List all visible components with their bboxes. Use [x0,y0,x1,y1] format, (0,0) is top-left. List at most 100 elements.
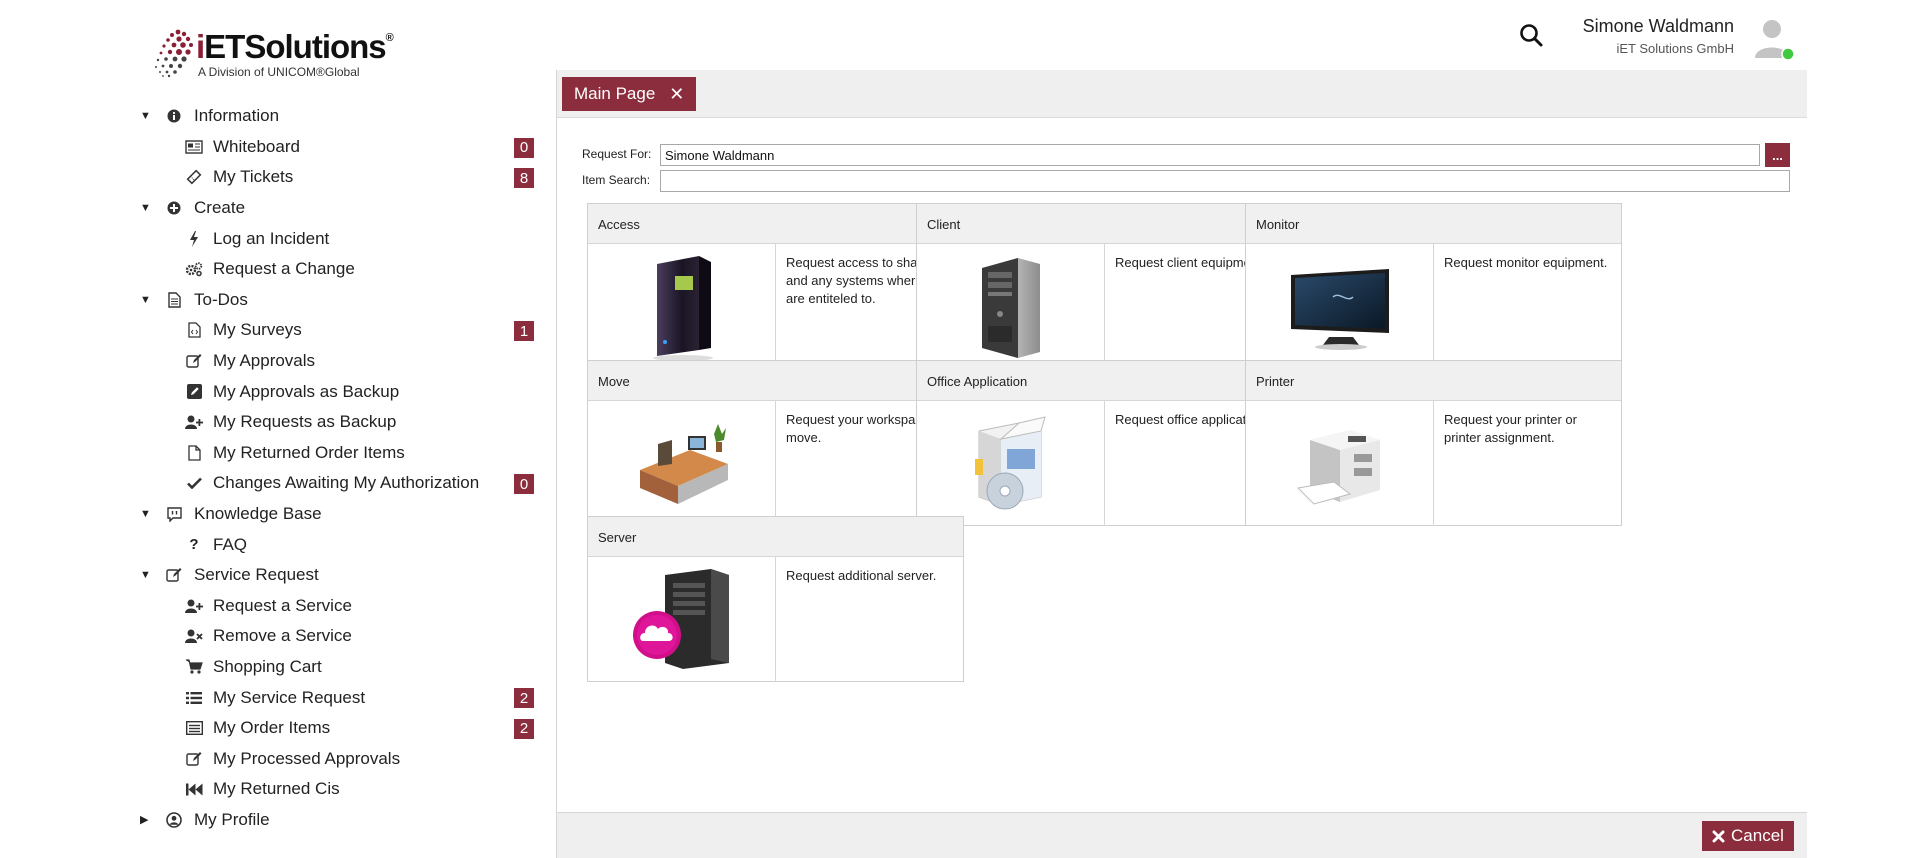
user-name: Simone Waldmann [1582,16,1734,36]
edit-icon [184,751,204,767]
laser-printer-image [1246,401,1434,526]
tab-bar: Main Page ✕ [557,70,1807,118]
sidebar-item-label: My Processed Approvals [213,748,401,768]
main-panel: Main Page ✕ Request For: ... Item Search… [556,70,1807,858]
question-icon: ? [189,536,199,554]
sidebar-group-label: Service Request [194,565,319,585]
sidebar-item-label: My Returned Cis [213,779,340,799]
flat-monitor-image [1246,244,1434,369]
catalog-card-move[interactable]: Move Request your workspace move. [587,360,964,526]
cart-icon [184,659,204,675]
sidebar-group-knowledge-base[interactable]: ▼ Knowledge Base [140,499,540,530]
sidebar-item-whiteboard[interactable]: Whiteboard 0 [140,132,540,163]
sidebar-item-my-order-items[interactable]: My Order Items 2 [140,713,540,744]
request-for-input[interactable] [660,144,1760,166]
code-file-icon [184,322,204,339]
catalog-card-client[interactable]: Client Request client equipment. [916,203,1293,369]
sidebar-item-label: My Returned Order Items [213,442,405,462]
check-icon [184,477,204,490]
sidebar-group-information[interactable]: ▼ Information [140,101,540,132]
list-alt-icon [184,721,204,736]
logo-dots-icon [155,29,193,78]
sidebar-item-label: My Surveys [213,320,302,340]
card-description: Request your printer or printer assignme… [1444,412,1577,445]
catalog-card-access[interactable]: Access Request access to shares and any … [587,203,964,369]
cancel-button[interactable]: Cancel [1702,821,1794,851]
sidebar-item-log-an-incident[interactable]: Log an Incident [140,223,540,254]
caret-down-icon: ▼ [140,569,151,582]
info-circle-icon [164,109,184,123]
count-badge: 1 [514,321,534,342]
card-title: Monitor [1246,204,1621,244]
user-plus-icon [184,599,204,613]
count-badge: 0 [514,137,534,158]
sidebar-item-faq[interactable]: ? FAQ [140,529,540,560]
cloud-server-image [588,557,776,682]
sidebar-item-my-processed-approvals[interactable]: My Processed Approvals [140,743,540,774]
app-window: iETSolutions® A Division of UNICOM®Globa… [0,0,1920,858]
caret-right-icon: ▶ [140,814,149,827]
edit-icon [184,353,204,369]
sidebar-item-label: My Requests as Backup [213,412,397,432]
sidebar-group-service-request[interactable]: ▼ Service Request [140,560,540,591]
storage-device-image [588,244,776,369]
sidebar-item-label: My Approvals [213,351,316,371]
sidebar-item-label: My Order Items [213,718,331,738]
avatar[interactable] [1752,16,1796,62]
user-circle-icon [164,812,184,828]
catalog-card-monitor[interactable]: Monitor Request monitor equipment. [1245,203,1622,369]
catalog-card-office-application[interactable]: Office Application Request office applic… [916,360,1293,526]
sidebar-item-my-service-request[interactable]: My Service Request 2 [140,682,540,713]
sidebar-item-label: My Tickets [213,167,294,187]
browse-button[interactable]: ... [1765,143,1790,167]
sidebar-item-my-returned-cis[interactable]: My Returned Cis [140,774,540,805]
close-icon[interactable]: ✕ [669,84,684,105]
list-icon [184,691,204,705]
edit-icon [164,567,184,583]
catalog-card-server[interactable]: Server Request additional server. [587,516,964,682]
sidebar-item-my-surveys[interactable]: My Surveys 1 [140,315,540,346]
sidebar-item-label: Shopping Cart [213,656,322,676]
sidebar-group-create[interactable]: ▼ Create [140,193,540,224]
ticket-icon [184,169,204,185]
sidebar-item-my-tickets[interactable]: My Tickets 8 [140,162,540,193]
sidebar-group-label: To-Dos [194,289,248,309]
sidebar-item-label: My Service Request [213,687,366,707]
card-title: Client [917,204,1292,244]
sidebar-group-to-dos[interactable]: ▼ To-Dos [140,285,540,316]
sidebar-item-my-approvals[interactable]: My Approvals [140,346,540,377]
caret-down-icon: ▼ [140,202,151,215]
item-search-label: Item Search: [582,173,651,187]
item-search-input[interactable] [660,170,1790,192]
user-times-icon [184,629,204,644]
count-badge: 8 [514,168,534,189]
file-icon [184,445,204,461]
pencil-square-icon [184,384,204,400]
sidebar-item-label: Request a Change [213,259,355,279]
sidebar-item-request-a-service[interactable]: Request a Service [140,591,540,622]
search-icon[interactable] [1516,20,1548,52]
sidebar-group-label: Create [194,198,246,218]
tab-main-page[interactable]: Main Page ✕ [562,77,697,111]
sidebar-item-my-approvals-as-backup[interactable]: My Approvals as Backup [140,376,540,407]
sidebar-item-request-a-change[interactable]: Request a Change [140,254,540,285]
sidebar-item-label: Remove a Service [213,626,352,646]
count-badge: 0 [514,474,534,495]
catalog-card-printer[interactable]: Printer Request your printer or printer … [1245,360,1622,526]
card-title: Printer [1246,361,1621,401]
sidebar-item-shopping-cart[interactable]: Shopping Cart [140,652,540,683]
count-badge: 2 [514,688,534,709]
sidebar-item-my-requests-as-backup[interactable]: My Requests as Backup [140,407,540,438]
user-info[interactable]: Simone Waldmann iET Solutions GmbH [1583,16,1734,56]
bolt-icon [184,230,204,247]
sidebar-item-remove-a-service[interactable]: Remove a Service [140,621,540,652]
times-icon [1712,830,1725,842]
sidebar-group-my-profile[interactable]: ▶ My Profile [140,805,540,836]
footer-bar: Cancel [557,812,1807,858]
sidebar-item-changes-awaiting-my-authorization[interactable]: Changes Awaiting My Authorization 0 [140,468,540,499]
caret-down-icon: ▼ [140,110,151,123]
sidebar-item-label: My Approvals as Backup [213,381,400,401]
card-description: Request monitor equipment. [1444,255,1608,270]
sidebar-item-my-returned-order-items[interactable]: My Returned Order Items [140,438,540,469]
logo-wordmark: iETSolutions® [196,28,394,65]
